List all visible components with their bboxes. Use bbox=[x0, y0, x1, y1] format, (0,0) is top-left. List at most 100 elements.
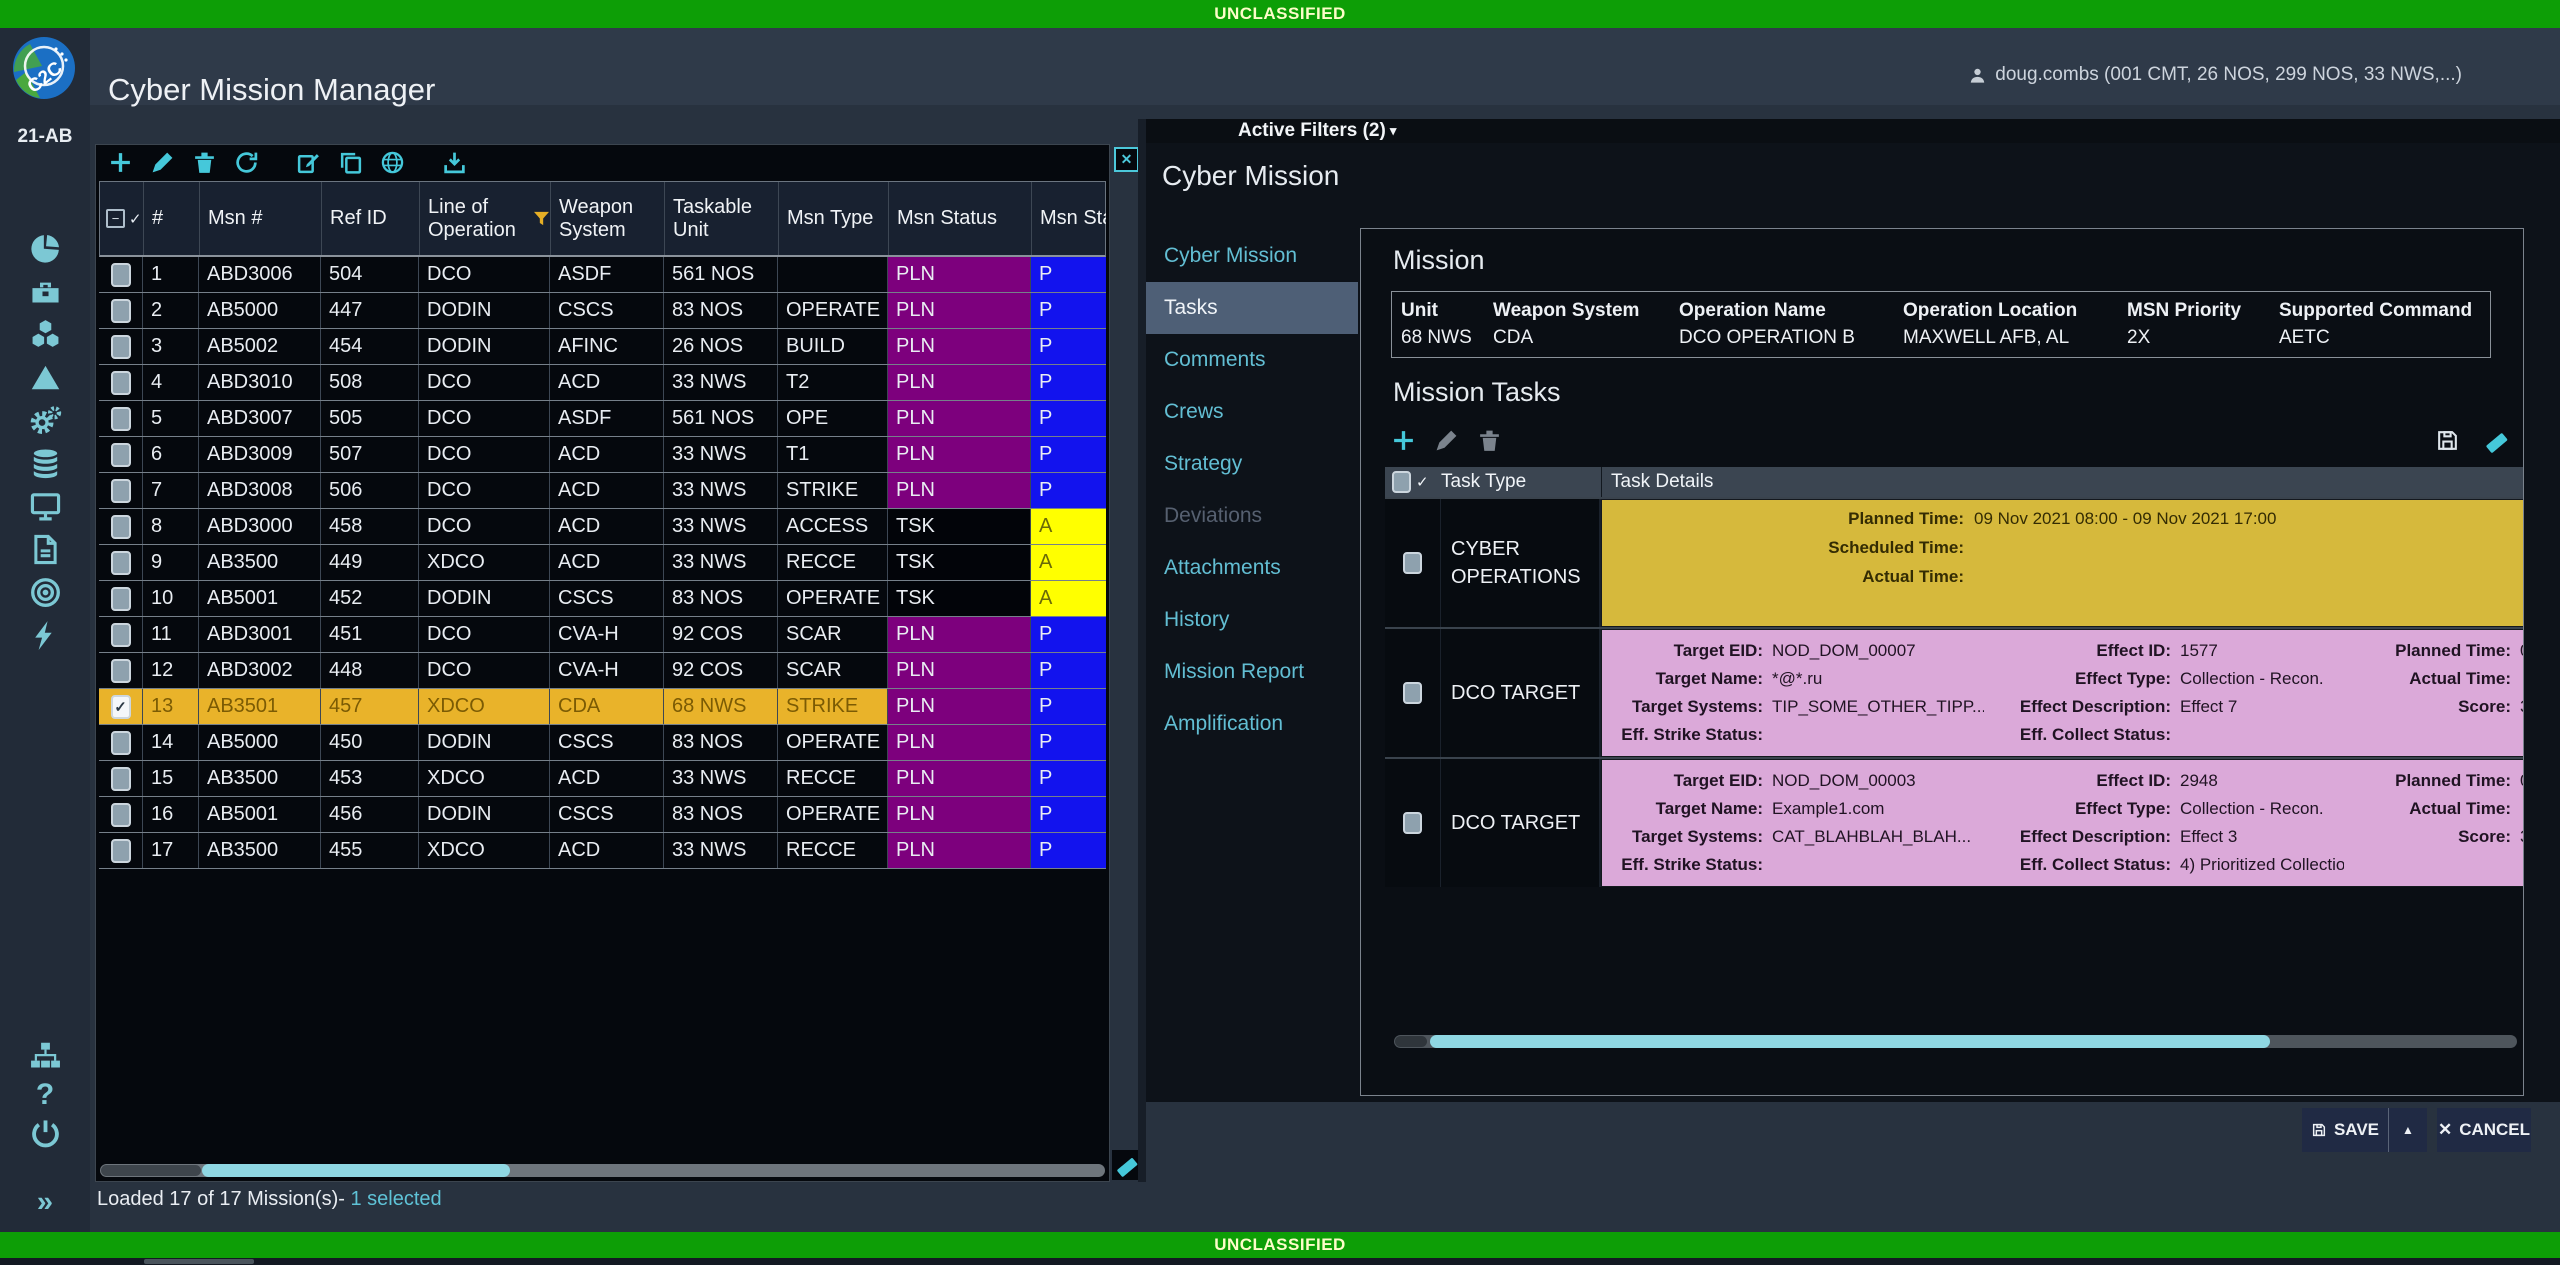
tasks-scrollbar-thumb[interactable] bbox=[1430, 1035, 2270, 1048]
task-row[interactable]: DCO TARGETTarget EID:NOD_DOM_00003Effect… bbox=[1385, 757, 2524, 887]
duplicate-icon[interactable] bbox=[338, 150, 363, 175]
delete-task-icon[interactable] bbox=[1477, 428, 1502, 453]
lightning-icon[interactable] bbox=[29, 619, 62, 652]
edit-task-icon[interactable] bbox=[1434, 428, 1459, 453]
row-checkbox[interactable] bbox=[111, 803, 131, 827]
save-options-button[interactable]: ▲ bbox=[2388, 1108, 2427, 1152]
row-checkbox[interactable] bbox=[111, 551, 131, 575]
org-chart-icon[interactable] bbox=[29, 1040, 62, 1073]
mission-row[interactable]: 5ABD3007505DCOASDF561 NOSOPEPLNP bbox=[99, 401, 1106, 437]
download-icon[interactable] bbox=[442, 150, 467, 175]
mission-row[interactable]: 14AB5000450DODINCSCS83 NOSOPERATEPLNP bbox=[99, 725, 1106, 761]
save-button[interactable]: SAVE bbox=[2302, 1108, 2388, 1152]
missions-h-scrollbar[interactable] bbox=[100, 1164, 1105, 1177]
nav-item-deviations[interactable]: Deviations bbox=[1146, 490, 1358, 542]
row-checkbox[interactable]: ✓ bbox=[111, 695, 131, 719]
row-checkbox[interactable] bbox=[111, 839, 131, 863]
row-checkbox[interactable] bbox=[111, 515, 131, 539]
row-checkbox[interactable] bbox=[111, 623, 131, 647]
nav-item-comments[interactable]: Comments bbox=[1146, 334, 1358, 386]
mission-row[interactable]: 10AB5001452DODINCSCS83 NOSOPERATETSKA bbox=[99, 581, 1106, 617]
monitor-icon[interactable] bbox=[29, 490, 62, 523]
mission-row[interactable]: 4ABD3010508DCOACD33 NWST2PLNP bbox=[99, 365, 1106, 401]
row-checkbox[interactable] bbox=[111, 263, 131, 287]
edit-document-icon[interactable] bbox=[296, 150, 321, 175]
close-panel-button[interactable]: ✕ bbox=[1114, 147, 1139, 172]
add-icon[interactable] bbox=[108, 150, 133, 175]
row-checkbox[interactable] bbox=[111, 443, 131, 467]
nav-item-crews[interactable]: Crews bbox=[1146, 386, 1358, 438]
cubes-icon[interactable] bbox=[29, 318, 62, 351]
row-checkbox[interactable] bbox=[111, 659, 131, 683]
cell-loo: XDCO bbox=[419, 545, 550, 580]
mission-row[interactable]: ✓13AB3501457XDCOCDA68 NWSSTRIKEPLNP bbox=[99, 689, 1106, 725]
expand-sidebar-icon[interactable]: » bbox=[0, 1186, 90, 1219]
clear-grid-icon[interactable] bbox=[2484, 428, 2509, 453]
tasks-h-scrollbar[interactable] bbox=[1394, 1035, 2517, 1048]
triangle-icon[interactable] bbox=[29, 361, 62, 394]
refresh-icon[interactable] bbox=[234, 150, 259, 175]
nav-item-history[interactable]: History bbox=[1146, 594, 1358, 646]
column-header[interactable]: Line of Operation bbox=[420, 182, 551, 255]
column-header[interactable]: Taskable Unit bbox=[665, 182, 779, 255]
mission-row[interactable]: 12ABD3002448DCOCVA-H92 COSSCARPLNP bbox=[99, 653, 1106, 689]
mission-row[interactable]: 9AB3500449XDCOACD33 NWSRECCETSKA bbox=[99, 545, 1106, 581]
task-checkbox[interactable] bbox=[1403, 682, 1422, 704]
column-header[interactable]: # bbox=[144, 182, 200, 255]
task-row[interactable]: CYBER OPERATIONSPlanned Time:09 Nov 2021… bbox=[1385, 497, 2524, 627]
nav-item-strategy[interactable]: Strategy bbox=[1146, 438, 1358, 490]
select-all-checkbox[interactable]: − bbox=[106, 209, 125, 228]
nav-item-attachments[interactable]: Attachments bbox=[1146, 542, 1358, 594]
gears-icon[interactable] bbox=[29, 404, 62, 437]
mission-row[interactable]: 3AB5002454DODINAFINC26 NOSBUILDPLNP bbox=[99, 329, 1106, 365]
task-checkbox[interactable] bbox=[1403, 812, 1422, 834]
toolbox-icon[interactable] bbox=[29, 275, 62, 308]
power-icon[interactable] bbox=[29, 1117, 62, 1150]
database-icon[interactable] bbox=[29, 447, 62, 480]
column-header[interactable]: Msn # bbox=[200, 182, 322, 255]
row-checkbox[interactable] bbox=[111, 767, 131, 791]
column-header[interactable]: Ref ID bbox=[322, 182, 420, 255]
column-header[interactable]: −✓ bbox=[100, 182, 144, 255]
nav-item-cyber-mission[interactable]: Cyber Mission bbox=[1146, 230, 1358, 282]
mission-row[interactable]: 7ABD3008506DCOACD33 NWSSTRIKEPLNP bbox=[99, 473, 1106, 509]
task-row[interactable]: DCO TARGETTarget EID:NOD_DOM_00007Effect… bbox=[1385, 627, 2524, 757]
row-checkbox[interactable] bbox=[111, 407, 131, 431]
target-icon[interactable] bbox=[29, 576, 62, 609]
column-header[interactable]: Msn Status bbox=[889, 182, 1032, 255]
tasks-select-all-checkbox[interactable] bbox=[1392, 471, 1411, 493]
nav-item-amplification[interactable]: Amplification bbox=[1146, 698, 1358, 750]
scrollbar-thumb[interactable] bbox=[202, 1164, 510, 1177]
row-checkbox[interactable] bbox=[111, 371, 131, 395]
pie-chart-icon[interactable] bbox=[29, 232, 62, 265]
add-task-icon[interactable] bbox=[1391, 428, 1416, 453]
row-checkbox[interactable] bbox=[111, 731, 131, 755]
mission-row[interactable]: 16AB5001456DODINCSCS83 NOSOPERATEPLNP bbox=[99, 797, 1106, 833]
row-checkbox[interactable] bbox=[111, 299, 131, 323]
row-checkbox[interactable] bbox=[111, 587, 131, 611]
row-checkbox[interactable] bbox=[111, 335, 131, 359]
document-icon[interactable] bbox=[29, 533, 62, 566]
nav-item-mission-report[interactable]: Mission Report bbox=[1146, 646, 1358, 698]
task-checkbox[interactable] bbox=[1403, 552, 1422, 574]
help-icon[interactable]: ? bbox=[36, 1080, 54, 1110]
column-header[interactable]: Weapon System bbox=[551, 182, 665, 255]
mission-row[interactable]: 6ABD3009507DCOACD33 NWST1PLNP bbox=[99, 437, 1106, 473]
edit-icon[interactable] bbox=[150, 150, 175, 175]
active-filters-dropdown[interactable]: Active Filters (2) ▾ bbox=[1238, 120, 1396, 142]
cancel-button[interactable]: ✕ CANCEL bbox=[2437, 1108, 2531, 1152]
column-header[interactable]: Msn State bbox=[1032, 182, 1106, 255]
row-checkbox[interactable] bbox=[111, 479, 131, 503]
nav-item-tasks[interactable]: Tasks bbox=[1146, 282, 1358, 334]
globe-icon[interactable] bbox=[380, 150, 405, 175]
mission-row[interactable]: 2AB5000447DODINCSCS83 NOSOPERATEPLNP bbox=[99, 293, 1106, 329]
column-header[interactable]: Msn Type bbox=[779, 182, 889, 255]
save-grid-icon[interactable] bbox=[2435, 428, 2460, 453]
mission-row[interactable]: 17AB3500455XDCOACD33 NWSRECCEPLNP bbox=[99, 833, 1106, 869]
user-menu[interactable]: doug.combs (001 CMT, 26 NOS, 299 NOS, 33… bbox=[1968, 64, 2462, 86]
mission-row[interactable]: 11ABD3001451DCOCVA-H92 COSSCARPLNP bbox=[99, 617, 1106, 653]
mission-row[interactable]: 15AB3500453XDCOACD33 NWSRECCEPLNP bbox=[99, 761, 1106, 797]
mission-row[interactable]: 1ABD3006504DCOASDF561 NOSPLNP bbox=[99, 257, 1106, 293]
mission-row[interactable]: 8ABD3000458DCOACD33 NWSACCESSTSKA bbox=[99, 509, 1106, 545]
delete-icon[interactable] bbox=[192, 150, 217, 175]
